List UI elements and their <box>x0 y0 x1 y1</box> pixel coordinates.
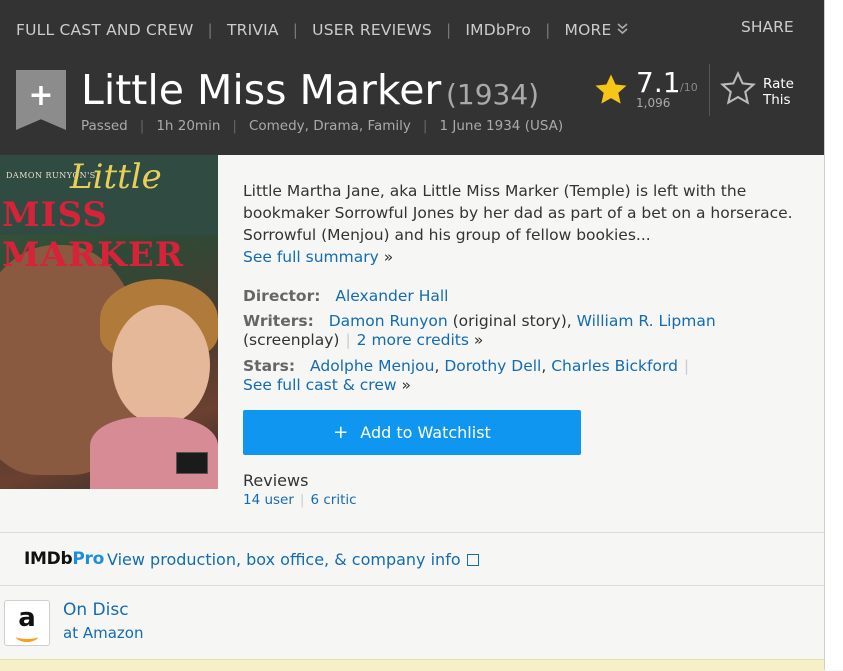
sub-navigation: FULL CAST AND CREW | TRIVIA | USER REVIE… <box>16 18 629 42</box>
poster-figure-girl <box>112 305 210 425</box>
director-row: Director: Alexander Hall <box>243 287 448 306</box>
release-date[interactable]: 1 June 1934 (USA) <box>439 118 563 134</box>
page-edge <box>824 0 843 670</box>
add-to-watchlist-button[interactable]: + Add to Watchlist <box>243 410 581 455</box>
nav-full-cast[interactable]: FULL CAST AND CREW <box>16 21 194 39</box>
at-amazon-link[interactable]: at Amazon <box>63 624 143 642</box>
external-link-icon[interactable] <box>466 554 479 566</box>
nav-more[interactable]: MORE <box>565 21 612 39</box>
raquo: » <box>473 331 484 349</box>
imdbpro-logo[interactable]: IMDbPro <box>24 549 104 569</box>
nav-separator: | <box>445 21 452 39</box>
star-link[interactable]: Dorothy Dell <box>444 357 541 375</box>
watchlist-label: Add to Watchlist <box>360 423 491 442</box>
separator: | <box>299 492 305 508</box>
star-link[interactable]: Charles Bickford <box>551 357 678 375</box>
add-to-watchlist-ribbon[interactable]: + <box>16 70 66 130</box>
director-link[interactable]: Alexander Hall <box>335 287 448 305</box>
stars-row: Stars: Adolphe Menjou, Dorothy Dell, Cha… <box>243 357 695 376</box>
writer-note: (screenplay) <box>243 331 340 349</box>
comma: , <box>434 357 445 375</box>
poster-image[interactable]: DAMON RUNYON'S Little MISS MARKER <box>0 155 218 489</box>
writers-row-2: (screenplay) | 2 more credits » <box>243 331 483 350</box>
on-disc-link[interactable]: On Disc <box>63 600 129 620</box>
amazon-smile-icon <box>16 631 38 642</box>
comma: , <box>541 357 552 375</box>
certificate: Passed <box>81 118 128 134</box>
chevron-down-icon[interactable] <box>617 22 629 38</box>
star-outline-icon[interactable] <box>719 70 757 108</box>
reviews-heading: Reviews <box>243 471 309 490</box>
share-button[interactable]: SHARE <box>741 18 794 36</box>
poster-title-top: Little <box>70 157 162 197</box>
meta-separator: | <box>422 118 428 134</box>
divider <box>0 585 824 586</box>
writer-link[interactable]: William R. Lipman <box>577 312 716 330</box>
poster-title-bottom: MISS MARKER <box>2 195 184 275</box>
separator: | <box>345 331 351 349</box>
plus-icon: + <box>28 78 54 113</box>
poster-studio-logo <box>176 452 208 474</box>
rating-count[interactable]: 1,096 <box>636 96 670 110</box>
page: FULL CAST AND CREW | TRIVIA | USER REVIE… <box>0 0 824 671</box>
more-credits-link[interactable]: 2 more credits <box>357 331 469 349</box>
meta-separator: | <box>139 118 145 134</box>
divider <box>0 532 824 533</box>
nav-separator: | <box>207 21 213 39</box>
runtime: 1h 20min <box>156 118 221 134</box>
genres[interactable]: Comedy, Drama, Family <box>249 118 411 134</box>
rate-this-button[interactable]: Rate This <box>763 76 813 108</box>
bottom-banner <box>0 659 824 671</box>
nav-separator: | <box>545 21 551 39</box>
title-year[interactable]: (1934) <box>446 78 539 111</box>
divider <box>709 64 710 116</box>
imdbpro-logo-pro: Pro <box>72 549 104 569</box>
meta-separator: | <box>232 118 237 134</box>
nav-user-reviews[interactable]: USER REVIEWS <box>312 21 432 39</box>
see-full-summary: See full summary » <box>243 246 393 268</box>
writer-note: (original story), <box>452 312 572 330</box>
writers-row: Writers: Damon Runyon (original story), … <box>243 312 716 331</box>
imdbpro-row: View production, box office, & company i… <box>107 550 479 569</box>
user-reviews-link[interactable]: 14 user <box>243 492 294 508</box>
separator: | <box>683 357 690 375</box>
raquo: » <box>401 376 411 394</box>
star-icon <box>595 74 627 104</box>
see-full-summary-link[interactable]: See full summary <box>243 248 379 266</box>
reviews-links: 14 user | 6 critic <box>243 492 357 508</box>
raquo: » <box>383 248 394 266</box>
rating-max: /10 <box>680 81 698 94</box>
director-label: Director: <box>243 287 321 305</box>
writers-label: Writers: <box>243 312 314 330</box>
title-meta: Passed | 1h 20min | Comedy, Drama, Famil… <box>81 118 563 134</box>
writer-link[interactable]: Damon Runyon <box>329 312 448 330</box>
amazon-logo[interactable]: a <box>4 600 50 646</box>
title-header: FULL CAST AND CREW | TRIVIA | USER REVIE… <box>0 0 824 155</box>
nav-separator: | <box>292 21 299 39</box>
plot-summary: Little Martha Jane, aka Little Miss Mark… <box>243 182 793 244</box>
imdbpro-logo-text: IMDb <box>24 549 73 569</box>
rating-value: 7.1 <box>636 66 681 99</box>
full-cast-row: See full cast & crew » <box>243 376 411 395</box>
stars-label: Stars: <box>243 357 296 375</box>
plus-icon: + <box>333 422 349 443</box>
nav-trivia[interactable]: TRIVIA <box>227 21 279 39</box>
full-cast-link[interactable]: See full cast & crew <box>243 376 397 394</box>
critic-reviews-link[interactable]: 6 critic <box>310 492 356 508</box>
page-title: Little Miss Marker <box>81 66 442 114</box>
nav-imdbpro[interactable]: IMDbPro <box>465 21 531 39</box>
star-link[interactable]: Adolphe Menjou <box>310 357 434 375</box>
imdbpro-link[interactable]: View production, box office, & company i… <box>107 550 461 569</box>
amazon-logo-letter: a <box>18 603 36 633</box>
